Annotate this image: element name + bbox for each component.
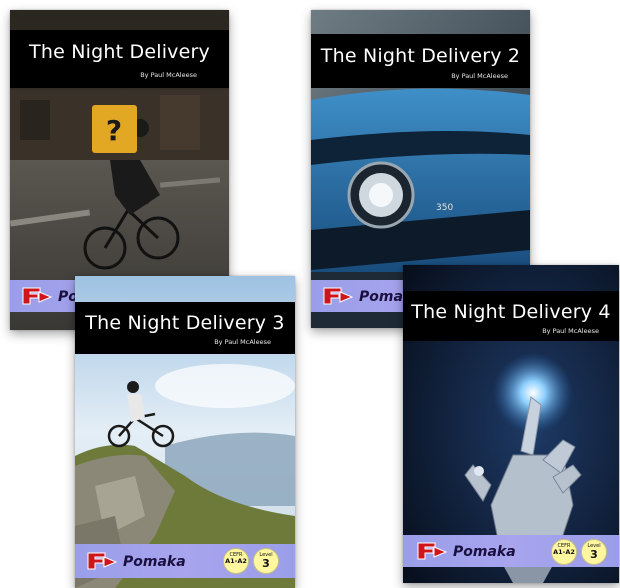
cover-3-cefr-badge: CEFR A1-A2 xyxy=(223,548,249,574)
cefr-value: A1-A2 xyxy=(225,557,247,565)
cover-2-title: The Night Delivery 2 xyxy=(320,45,521,67)
cover-3-level-badge: Level 3 xyxy=(253,548,279,574)
cover-4-brand: Pomaka xyxy=(453,544,516,560)
cover-1-title: The Night Delivery xyxy=(29,41,210,63)
svg-text:350: 350 xyxy=(436,203,453,213)
cefr-value: A1-A2 xyxy=(553,548,575,556)
book-cover-3[interactable]: The Night Delivery 3 By Paul McAleese Po… xyxy=(75,276,295,588)
cover-3-author: By Paul McAleese xyxy=(214,338,271,346)
cover-2-author: By Paul McAleese xyxy=(451,72,508,80)
pomaka-logo-icon xyxy=(417,542,447,560)
book-cover-4[interactable]: The Night Delivery 4 By Paul McAleese Po… xyxy=(403,265,619,583)
pomaka-logo-icon xyxy=(87,552,117,570)
cover-3-title: The Night Delivery 3 xyxy=(85,312,285,334)
pomaka-logo-icon xyxy=(22,287,52,305)
level-value: 3 xyxy=(262,557,270,570)
level-value: 3 xyxy=(590,548,598,561)
cover-1-author: By Paul McAleese xyxy=(140,71,197,79)
pomaka-logo-icon xyxy=(323,287,353,305)
svg-text:?: ? xyxy=(106,114,122,147)
cover-4-cefr-badge: CEFR A1-A2 xyxy=(551,539,577,565)
cover-3-brand: Pomaka xyxy=(123,554,186,570)
cover-4-title: The Night Delivery 4 xyxy=(411,301,611,323)
cover-4-author: By Paul McAleese xyxy=(542,327,599,335)
cover-4-level-badge: Level 3 xyxy=(581,539,607,565)
